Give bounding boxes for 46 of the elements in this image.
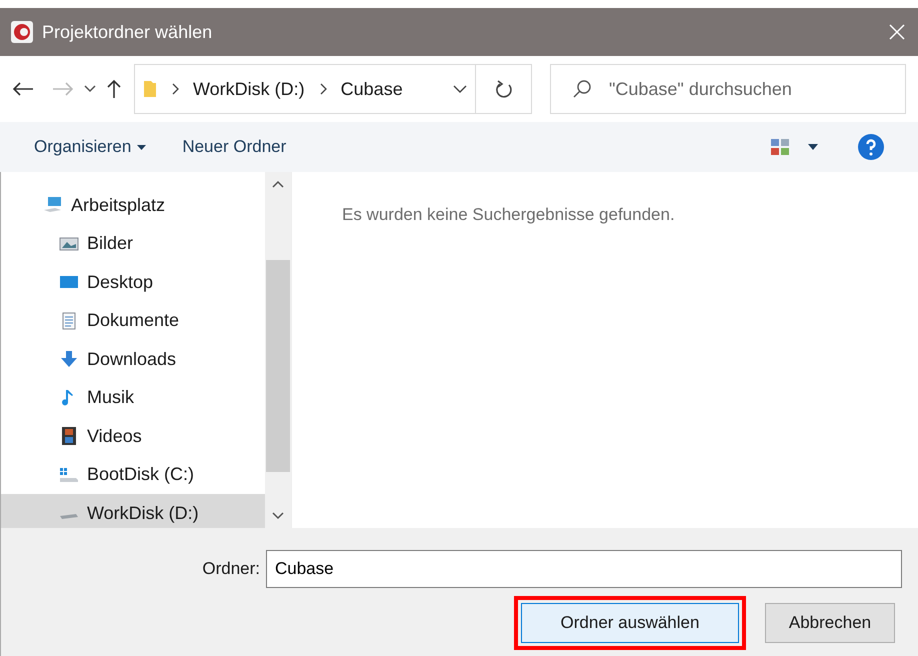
computer-icon [43,196,63,214]
sidebar-item[interactable]: Videos [1,417,265,456]
sidebar-item[interactable]: Dokumente [1,302,265,340]
refresh-icon[interactable] [494,79,512,99]
app-logo-icon [10,20,34,44]
breadcrumb[interactable]: WorkDisk (D:) [193,76,305,102]
drive-icon [59,466,79,484]
caret-icon[interactable] [808,144,818,150]
search-field[interactable]: "Cubase" durchsuchen [550,64,906,114]
sidebar-item[interactable]: BootDisk (C:) [1,456,265,494]
view-icon[interactable] [770,138,790,156]
scroll-up-icon[interactable] [272,180,284,188]
close-icon[interactable] [888,23,906,41]
select-folder-button[interactable]: Ordner auswählen [521,603,739,643]
chevron-down-icon[interactable] [84,85,96,93]
address-bar[interactable]: WorkDisk (D:) Cubase [134,64,532,114]
drive-icon [59,514,79,520]
scrollbar-thumb[interactable] [266,260,290,472]
folder-name-field[interactable]: Cubase [266,550,902,588]
folder-label: Ordner: [202,558,260,580]
search-icon [572,79,592,99]
folder-icon [143,79,157,99]
sidebar-item[interactable]: Downloads [1,340,265,378]
film-icon [59,427,79,446]
sidebar-item[interactable]: Bilder [1,224,265,263]
sidebar-item[interactable]: Musik [1,378,265,417]
down-arrow-icon [59,350,79,368]
help-icon[interactable] [858,134,884,160]
caret-icon [137,144,146,150]
chevron-right-icon [318,83,327,95]
back-arrow-icon[interactable] [12,81,34,97]
chevron-down-icon[interactable] [453,84,467,94]
empty-message: Es wurden keine Suchergebnisse gefunden. [342,205,675,224]
sidebar-item[interactable]: Arbeitsplatz [1,186,265,224]
organize-menu[interactable]: Organisieren [34,134,146,160]
up-arrow-icon[interactable] [106,79,122,99]
sidebar-item[interactable]: WorkDisk (D:) [1,494,265,528]
scroll-down-icon[interactable] [272,512,284,520]
picture-icon [59,234,79,253]
breadcrumb[interactable]: Cubase [340,76,403,102]
scrollbar[interactable] [265,172,291,528]
cancel-button[interactable]: Abbrechen [765,603,895,643]
chevron-right-icon [171,83,179,95]
new-folder-button[interactable]: Neuer Ordner [182,134,286,160]
window-title: Projektordner wählen [42,20,214,44]
sidebar-item[interactable]: Desktop [1,263,265,302]
